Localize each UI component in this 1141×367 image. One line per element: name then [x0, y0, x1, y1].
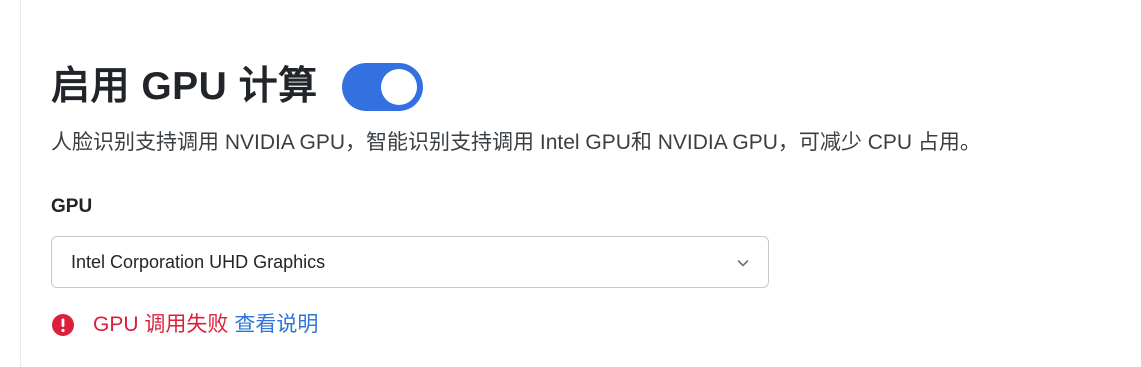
gpu-settings-section: 启用 GPU 计算 人脸识别支持调用 NVIDIA GPU，智能识别支持调用 I…: [51, 58, 1141, 340]
gpu-select-value: Intel Corporation UHD Graphics: [71, 251, 326, 272]
chevron-down-icon: [737, 260, 749, 267]
gpu-select[interactable]: Intel Corporation UHD Graphics: [51, 236, 769, 288]
gpu-field-label: GPU: [51, 196, 93, 217]
toggle-knob: [380, 69, 417, 105]
gpu-compute-toggle[interactable]: [341, 63, 423, 111]
error-message: GPU 调用失败: [93, 313, 229, 336]
left-divider: [20, 0, 21, 367]
section-title: 启用 GPU 计算: [51, 65, 318, 108]
error-circle-icon: [52, 314, 74, 336]
section-description: 人脸识别支持调用 NVIDIA GPU，智能识别支持调用 Intel GPU和 …: [51, 131, 981, 154]
help-link[interactable]: 查看说明: [234, 310, 318, 340]
title-row: 启用 GPU 计算: [51, 58, 1141, 116]
error-row: GPU 调用失败 查看说明: [51, 310, 1141, 340]
